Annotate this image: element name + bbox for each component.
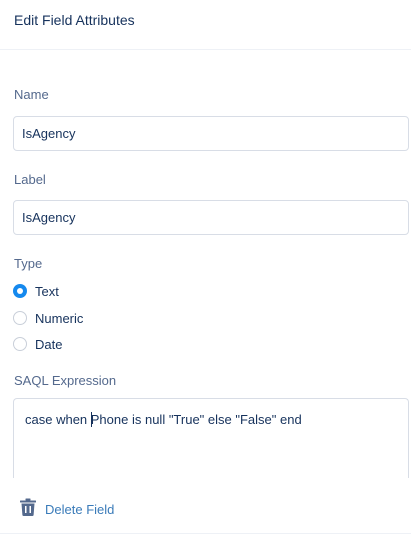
type-label: Type <box>14 256 43 271</box>
trash-icon <box>20 498 36 521</box>
delete-field-button[interactable]: Delete Field <box>20 498 114 521</box>
type-option-label: Numeric <box>35 310 84 326</box>
panel-header: Edit Field Attributes <box>0 0 411 50</box>
panel-footer: Delete Field <box>0 478 411 534</box>
label-input[interactable]: IsAgency <box>13 200 409 235</box>
panel-title: Edit Field Attributes <box>14 12 135 28</box>
type-option-numeric[interactable]: Numeric <box>13 309 83 327</box>
label-input-value: IsAgency <box>22 210 76 225</box>
radio-button[interactable] <box>13 311 27 325</box>
saql-text-after-caret: Phone is null "True" else "False" end <box>90 412 302 427</box>
radio-button-checked[interactable] <box>13 284 27 298</box>
type-option-label: Text <box>35 283 59 299</box>
type-option-date[interactable]: Date <box>13 335 62 353</box>
label-label: Label <box>14 172 46 187</box>
name-input[interactable]: IsAgency <box>13 116 409 151</box>
saql-expression-textarea[interactable]: case when Phone is null "True" else "Fal… <box>13 398 409 478</box>
type-option-text[interactable]: Text <box>13 282 59 300</box>
radio-button[interactable] <box>13 337 27 351</box>
name-input-value: IsAgency <box>22 126 76 141</box>
type-option-label: Date <box>35 336 63 352</box>
saql-text-before-caret: case when <box>25 412 91 427</box>
name-label: Name <box>14 87 49 102</box>
saql-label: SAQL Expression <box>14 373 117 388</box>
delete-field-label: Delete Field <box>45 502 115 517</box>
